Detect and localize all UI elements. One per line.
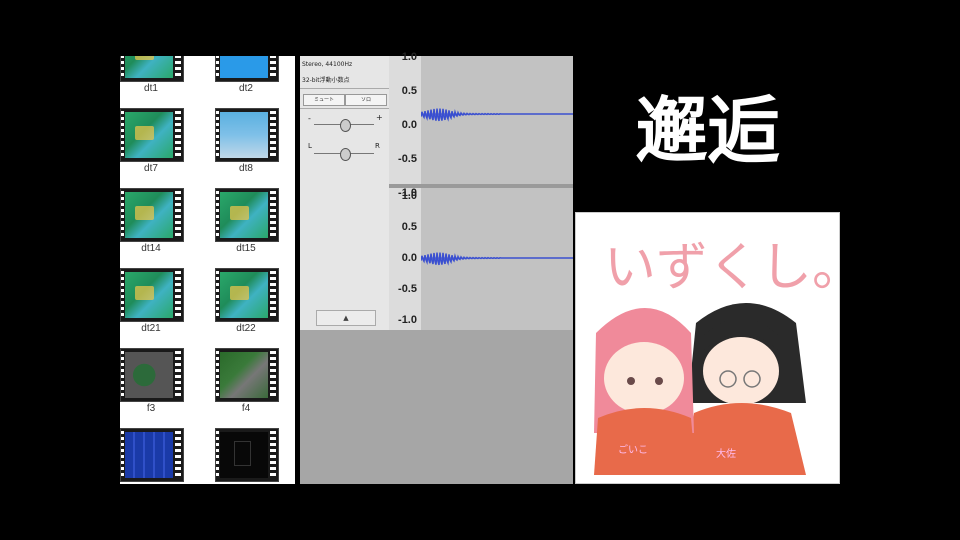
waveform-svg xyxy=(421,108,573,266)
ruler-tick-label: 0.5 xyxy=(401,221,417,233)
waveform-path xyxy=(421,252,573,266)
ruler-tick-label: 0.0 xyxy=(401,252,417,264)
sweater-right xyxy=(686,403,806,475)
file-name-label: dt8 xyxy=(239,163,253,174)
shirt-label-left: ごいこ xyxy=(618,443,648,456)
waveform-channel-left xyxy=(421,108,573,122)
mute-button[interactable]: ミュート xyxy=(303,94,345,106)
file-thumbnail[interactable] xyxy=(120,348,184,402)
pan-right-label: R xyxy=(375,142,380,150)
waveform-channel-right xyxy=(421,252,573,266)
file-thumbnail[interactable] xyxy=(120,56,184,82)
waveform-path xyxy=(421,108,573,122)
file-thumbnail[interactable] xyxy=(215,428,279,482)
gain-plus-label: + xyxy=(376,113,383,122)
ruler-tick-label: 1.0 xyxy=(401,190,417,202)
file-thumbnail[interactable] xyxy=(215,348,279,402)
shirt-label-right: 大佐 xyxy=(716,447,736,460)
sweater-left xyxy=(594,408,696,475)
file-name-label: dt7 xyxy=(144,163,158,174)
file-name-label: dt14 xyxy=(141,243,161,254)
file-name-label: f3 xyxy=(146,403,156,414)
file-thumbnail[interactable] xyxy=(120,428,184,482)
file-thumbnail[interactable] xyxy=(120,188,184,242)
file-thumbnail[interactable] xyxy=(215,56,279,82)
ruler-tick-label: -0.5 xyxy=(398,283,417,295)
track-format: 32-bit浮動小数点 xyxy=(302,77,350,84)
file-name-label: dt2 xyxy=(239,83,253,94)
ruler-tick-label: 0.5 xyxy=(401,85,417,97)
pan-left-label: L xyxy=(308,142,312,150)
artwork-caption: いずくし。 xyxy=(604,238,839,298)
ruler-tick-label: 0.0 xyxy=(401,119,417,131)
file-name-label: dt1 xyxy=(144,83,158,94)
file-explorer: dt1 dt2 dt7 dt8 dt14 dt15 dt21 dt22 f3 f4 xyxy=(120,56,295,484)
file-thumbnail[interactable] xyxy=(120,268,184,322)
pan-slider-knob[interactable] xyxy=(340,148,351,161)
gain-slider-knob[interactable] xyxy=(340,119,351,132)
ruler-tick-label: -1.0 xyxy=(398,314,417,326)
file-thumbnail[interactable] xyxy=(215,268,279,322)
ruler-tick-label: -0.5 xyxy=(398,153,417,165)
file-thumbnail[interactable] xyxy=(120,108,184,162)
track-control-panel: Stereo, 44100Hz 32-bit浮動小数点 ミュート ソロ - + … xyxy=(300,56,390,330)
empty-track-area xyxy=(300,330,573,484)
gain-minus-label: - xyxy=(308,114,311,123)
solo-button[interactable]: ソロ xyxy=(345,94,387,106)
video-title: 邂逅 xyxy=(575,56,840,211)
track-info: Stereo, 44100Hz xyxy=(302,61,353,68)
file-name-label: dt22 xyxy=(236,323,256,334)
file-name-label: dt15 xyxy=(236,243,256,254)
ruler-tick-label: 1.0 xyxy=(401,51,417,63)
artwork-illustration: いずくし。 大佐 ごいこ xyxy=(575,212,864,484)
file-thumbnail[interactable] xyxy=(215,188,279,242)
file-name-label: f4 xyxy=(241,403,251,414)
file-thumbnail[interactable] xyxy=(215,108,279,162)
collapse-button[interactable]: ▲ xyxy=(316,310,376,326)
file-name-label: dt21 xyxy=(141,323,161,334)
